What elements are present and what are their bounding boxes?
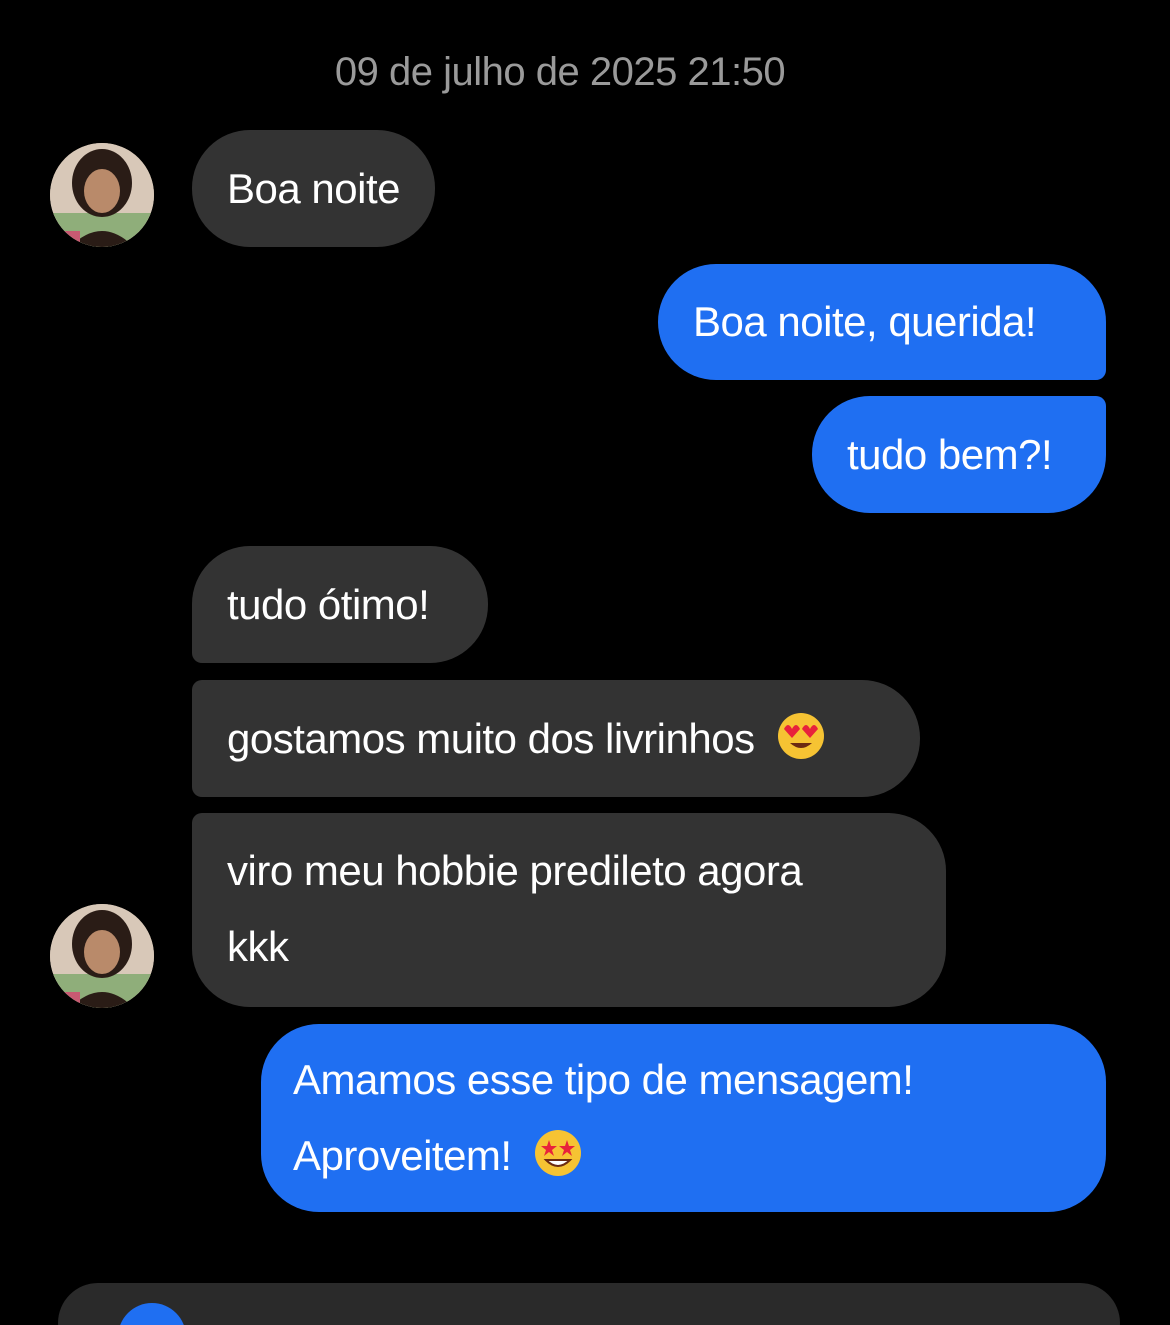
contact-avatar[interactable] bbox=[50, 904, 154, 1008]
message-bubble-outgoing[interactable]: Amamos esse tipo de mensagem! Aproveitem… bbox=[261, 1024, 1106, 1212]
contact-avatar[interactable] bbox=[50, 143, 154, 247]
message-bubble-incoming[interactable]: tudo ótimo! bbox=[192, 546, 488, 663]
chat-view: 09 de julho de 2025 21:50 Boa noite Boa … bbox=[0, 0, 1170, 1325]
message-input-bar[interactable] bbox=[58, 1283, 1120, 1325]
conversation-timestamp: 09 de julho de 2025 21:50 bbox=[334, 50, 786, 94]
avatar-photo-icon bbox=[50, 904, 154, 1008]
message-bubble-incoming[interactable]: viro meu hobbie predileto agora kkk bbox=[192, 813, 946, 1007]
message-text: Boa noite bbox=[227, 165, 400, 212]
message-text: tudo ótimo! bbox=[227, 581, 430, 628]
message-bubble-outgoing[interactable]: tudo bem?! bbox=[812, 396, 1106, 513]
message-bubble-outgoing[interactable]: Boa noite, querida! bbox=[658, 264, 1106, 380]
message-text: tudo bem?! bbox=[847, 431, 1053, 478]
message-bubble-incoming[interactable]: gostamos muito dos livrinhos bbox=[192, 680, 920, 797]
message-text-line: Aproveitem! bbox=[293, 1132, 512, 1179]
message-text-line: viro meu hobbie predileto agora bbox=[227, 847, 803, 894]
message-text-line: kkk bbox=[227, 923, 289, 970]
message-text: gostamos muito dos livrinhos bbox=[227, 715, 755, 762]
avatar-photo-icon bbox=[50, 143, 154, 247]
heart-eyes-emoji-icon bbox=[777, 713, 824, 759]
star-struck-emoji-icon bbox=[534, 1130, 581, 1176]
message-text-line: Amamos esse tipo de mensagem! bbox=[293, 1056, 914, 1103]
message-text: Boa noite, querida! bbox=[693, 298, 1037, 345]
message-bubble-incoming[interactable]: Boa noite bbox=[192, 130, 435, 247]
